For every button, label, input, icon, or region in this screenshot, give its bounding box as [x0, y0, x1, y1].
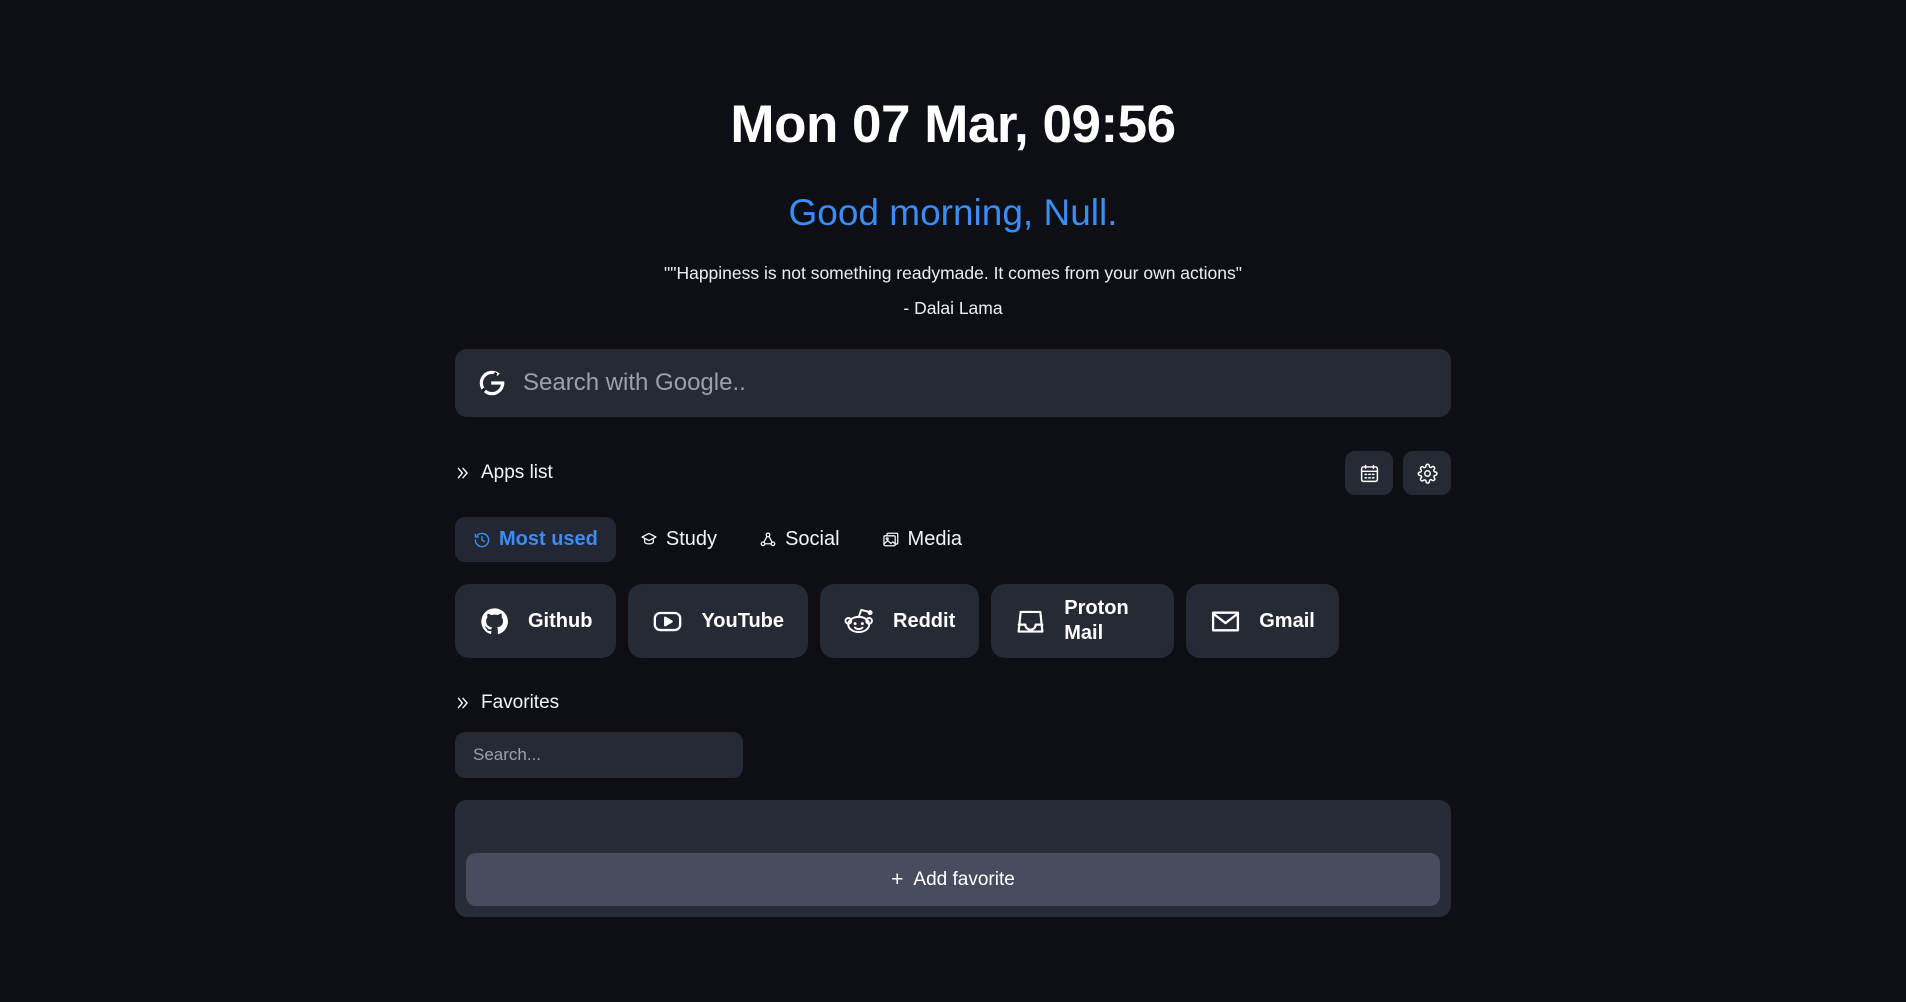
apps-header-actions: [1345, 451, 1451, 496]
youtube-icon: [652, 606, 683, 637]
clock-display: Mon 07 Mar, 09:56: [730, 95, 1176, 154]
tab-media[interactable]: Media: [864, 517, 980, 562]
favorites-label: Favorites: [481, 692, 560, 714]
app-card-youtube[interactable]: YouTube: [628, 584, 809, 659]
reddit-icon: [844, 606, 875, 637]
tab-label: Social: [785, 528, 840, 551]
tab-label: Media: [907, 528, 963, 551]
favorites-toggle[interactable]: Favorites: [455, 692, 559, 714]
apps-list-toggle[interactable]: Apps list: [455, 462, 553, 484]
double-chevron-right-icon: [455, 465, 471, 481]
favorites-search-input[interactable]: [455, 732, 743, 779]
search-input[interactable]: Search with Google..: [523, 369, 746, 397]
github-icon: [479, 606, 510, 637]
tab-social[interactable]: Social: [741, 517, 857, 562]
share-nodes-icon: [759, 531, 777, 549]
app-label: YouTube: [701, 609, 785, 632]
clock-history-icon: [473, 531, 491, 549]
tab-label: Most used: [499, 528, 598, 551]
favorites-section-header: Favorites: [455, 692, 1451, 714]
search-bar[interactable]: Search with Google..: [455, 349, 1451, 418]
favorites-panel: + Add favorite: [455, 800, 1451, 918]
graduation-cap-icon: [640, 531, 658, 549]
tab-study[interactable]: Study: [622, 517, 735, 562]
calendar-button[interactable]: [1345, 451, 1393, 496]
add-favorite-label: Add favorite: [913, 868, 1015, 890]
image-icon: [882, 531, 900, 549]
app-label: Reddit: [893, 609, 956, 632]
apps-section-header: Apps list: [455, 451, 1451, 496]
plus-icon: +: [891, 868, 904, 892]
gmail-envelope-icon: [1210, 606, 1241, 637]
quote-text: ""Happiness is not something readymade. …: [664, 262, 1242, 283]
tab-most-used[interactable]: Most used: [455, 517, 616, 563]
tab-label: Study: [665, 528, 718, 551]
content-column: Apps list Most used Study Social Media G…: [455, 417, 1451, 918]
app-label: Gmail: [1259, 609, 1315, 632]
add-favorite-button[interactable]: + Add favorite: [466, 853, 1440, 907]
newtab-page: Mon 07 Mar, 09:56 Good morning, Null. ""…: [0, 0, 1906, 1002]
double-chevron-right-icon: [455, 695, 471, 711]
proton-mail-icon: [1015, 606, 1046, 637]
apps-category-tabs: Most used Study Social Media: [455, 517, 1451, 563]
app-card-proton-mail[interactable]: Proton Mail: [991, 584, 1175, 659]
quote-author: - Dalai Lama: [903, 298, 1003, 319]
gear-icon: [1417, 463, 1438, 484]
settings-button[interactable]: [1403, 451, 1451, 496]
apps-grid: Github YouTube Reddit Proton Mail Gmail: [455, 584, 1451, 659]
app-label: Proton Mail: [1064, 597, 1129, 645]
calendar-icon: [1359, 463, 1380, 484]
greeting-text: Good morning, Null.: [788, 192, 1118, 234]
google-g-icon: [477, 368, 507, 398]
apps-list-label: Apps list: [481, 462, 553, 484]
app-card-github[interactable]: Github: [455, 584, 617, 659]
app-label: Github: [528, 609, 593, 632]
app-card-reddit[interactable]: Reddit: [820, 584, 980, 659]
app-card-gmail[interactable]: Gmail: [1186, 584, 1339, 659]
